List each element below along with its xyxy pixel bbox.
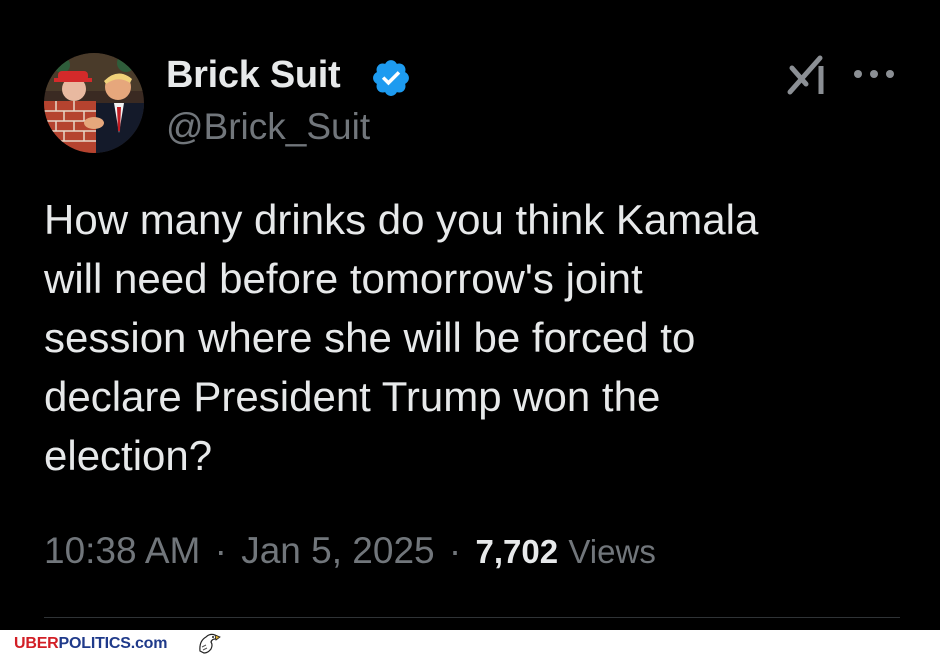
- display-name[interactable]: Brick Suit: [166, 54, 341, 97]
- tweet-time[interactable]: 10:38 AM: [44, 530, 200, 571]
- watermark-footer: UBERPOLITICS.com: [0, 630, 940, 656]
- grok-icon[interactable]: [786, 52, 828, 98]
- eagle-icon: [199, 633, 221, 654]
- separator: ·: [214, 530, 227, 571]
- user-handle[interactable]: @Brick_Suit: [166, 106, 370, 148]
- site-brand[interactable]: UBERPOLITICS.com: [14, 635, 167, 653]
- verified-badge-icon: [373, 60, 409, 96]
- tweet-text: How many drinks do you think Kamala will…: [44, 196, 759, 479]
- tweet-metadata: 10:38 AM · Jan 5, 2025 · 7,702 Views: [44, 530, 656, 572]
- brand-part-2: POLITICS.com: [58, 635, 168, 652]
- views-count: 7,702: [475, 533, 559, 570]
- brand-part-1: UBER: [14, 635, 59, 652]
- divider: [44, 617, 900, 618]
- separator: ·: [448, 530, 462, 571]
- tweet-card: Brick Suit @Brick_Suit How many drinks d…: [0, 0, 940, 630]
- tweet-date[interactable]: Jan 5, 2025: [241, 530, 434, 571]
- avatar[interactable]: [44, 53, 144, 153]
- views-label: Views: [568, 533, 656, 570]
- more-options-icon[interactable]: [852, 66, 896, 82]
- avatar-image: [44, 53, 144, 153]
